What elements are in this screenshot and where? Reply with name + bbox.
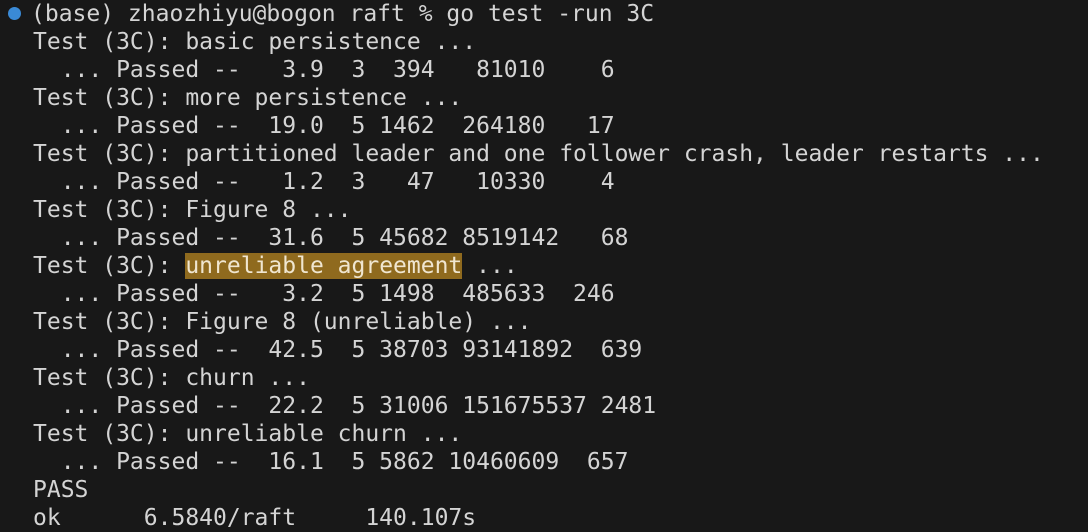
- result-line-3: ... Passed -- 1.2 3 47 10330 4: [33, 169, 615, 195]
- pass-line: PASS: [33, 477, 89, 503]
- result-line-6: ... Passed -- 42.5 5 38703 93141892 639: [33, 337, 643, 363]
- result-line-7: ... Passed -- 22.2 5 31006 151675537 248…: [33, 393, 657, 419]
- result-line-2: ... Passed -- 19.0 5 1462 264180 17: [33, 113, 615, 139]
- test-line-5-suffix: ...: [462, 253, 518, 279]
- result-line-8: ... Passed -- 16.1 5 5862 10460609 657: [33, 449, 629, 475]
- prompt-command: (base) zhaozhiyu@bogon raft % go test -r…: [31, 1, 655, 27]
- test-line-5-prefix: Test (3C):: [33, 253, 186, 279]
- test-line-2: Test (3C): more persistence ...: [33, 85, 463, 111]
- test-line-8: Test (3C): unreliable churn ...: [33, 421, 463, 447]
- ok-line: ok 6.5840/raft 140.107s: [33, 505, 477, 531]
- result-line-4: ... Passed -- 31.6 5 45682 8519142 68: [33, 225, 629, 251]
- test-line-1: Test (3C): basic persistence ...: [33, 29, 477, 55]
- result-line-1: ... Passed -- 3.9 3 394 81010 6: [33, 57, 615, 83]
- test-line-5: Test (3C): unreliable agreement ...: [0, 252, 1088, 280]
- terminal-window[interactable]: (base) zhaozhiyu@bogon raft % go test -r…: [0, 0, 1088, 532]
- status-dot-icon: [8, 7, 21, 20]
- result-line-5: ... Passed -- 3.2 5 1498 485633 246: [33, 281, 615, 307]
- test-line-3: Test (3C): partitioned leader and one fo…: [33, 141, 1044, 167]
- test-line-6: Test (3C): Figure 8 (unreliable) ...: [33, 309, 532, 335]
- test-line-7: Test (3C): churn ...: [33, 365, 310, 391]
- test-line-4: Test (3C): Figure 8 ...: [33, 197, 352, 223]
- prompt-line: (base) zhaozhiyu@bogon raft % go test -r…: [0, 0, 1088, 28]
- search-highlight: unreliable agreement: [185, 253, 463, 279]
